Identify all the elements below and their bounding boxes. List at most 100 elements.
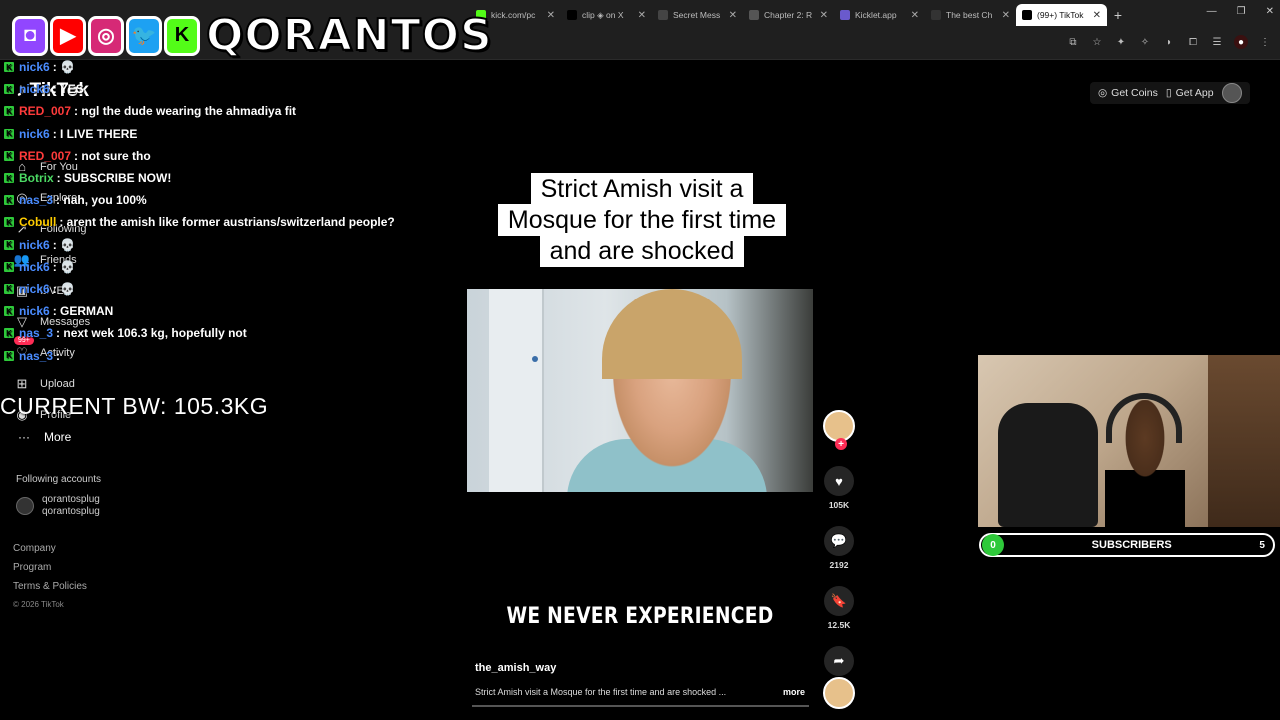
subscriber-label: SUBSCRIBERS [1091, 539, 1172, 551]
video-scene-door [489, 289, 544, 492]
browser-tab[interactable]: Kicklet.app ✕ [834, 4, 925, 26]
browser-menu-icon[interactable]: ⋮ [1258, 35, 1272, 49]
heart-icon[interactable]: ♥ [824, 466, 854, 496]
install-app-icon[interactable]: ⧉ [1066, 35, 1080, 49]
kick-badge-icon: K [4, 195, 14, 206]
youtube-icon: ▶ [50, 15, 86, 56]
footer-link-company[interactable]: Company [13, 543, 87, 562]
comment-icon[interactable]: 💬 [824, 526, 854, 556]
get-app-button[interactable]: ▯ Get App [1166, 87, 1214, 99]
caption-line: and are shocked [539, 235, 745, 267]
nav-icon: ⊞ [16, 375, 28, 391]
streamer-name: QORANTOS [205, 9, 493, 62]
extension-icon[interactable]: ✧ [1138, 35, 1152, 49]
description-text: Strict Amish visit a Mosque for the firs… [475, 687, 727, 697]
bookmark-star-icon[interactable]: ☆ [1090, 35, 1104, 49]
tab-close-icon[interactable]: ✕ [820, 10, 828, 21]
extension-icon[interactable]: ✦ [1114, 35, 1128, 49]
subscriber-count: 0 [982, 534, 1004, 556]
tab-close-icon[interactable]: ✕ [729, 10, 737, 21]
close-window-button[interactable]: ✕ [1266, 6, 1274, 17]
chat-text: : GERMAN [52, 304, 114, 319]
browser-tab[interactable]: Secret Mess ✕ [652, 4, 743, 26]
browser-tab[interactable]: clip ◈ on X ✕ [561, 4, 652, 26]
chat-message: Knick6: YES [4, 78, 454, 100]
sidebar-item-more[interactable]: ··· More [18, 430, 71, 444]
browser-tab[interactable]: Chapter 2: R ✕ [743, 4, 834, 26]
browser-tab[interactable]: The best Ch ✕ [925, 4, 1016, 26]
kick-badge-icon: K [4, 217, 14, 228]
like-action[interactable]: ♥ 105K [823, 466, 855, 510]
chat-text: : [56, 348, 61, 363]
coin-icon: ◎ [1098, 87, 1108, 99]
tab-close-icon[interactable]: ✕ [911, 10, 919, 21]
tab-close-icon[interactable]: ✕ [1093, 10, 1101, 21]
share-icon[interactable]: ➦ [824, 646, 854, 676]
chat-message: Knick6: 💀 [4, 56, 454, 78]
media-control-icon[interactable]: ☰ [1210, 35, 1224, 49]
minimize-button[interactable]: — [1207, 6, 1217, 17]
tab-favicon-icon [931, 10, 941, 20]
user-avatar[interactable] [1221, 83, 1242, 103]
footer-links: Company Program Terms & Policies © 2026 … [13, 543, 87, 619]
profile-avatar-icon[interactable]: ● [1234, 35, 1248, 49]
instagram-icon: ◎ [88, 15, 124, 56]
video-author[interactable]: the_amish_way [475, 662, 556, 674]
tab-close-icon[interactable]: ✕ [638, 10, 646, 21]
footer-link-terms[interactable]: Terms & Policies [13, 581, 87, 600]
kick-badge-icon: K [4, 173, 14, 184]
account-handle: qorantosplug [42, 494, 100, 505]
tab-close-icon[interactable]: ✕ [1002, 10, 1010, 21]
extensions-puzzle-icon[interactable]: ⧠ [1186, 35, 1200, 49]
video-description: Strict Amish visit a Mosque for the firs… [475, 687, 805, 697]
save-action[interactable]: 🔖 12.5K [823, 586, 855, 630]
browser-tab[interactable]: (99+) TikTok ✕ [1016, 4, 1107, 26]
tab-close-icon[interactable]: ✕ [547, 10, 555, 21]
chat-text: : ngl the dude wearing the ahmadiya fit [74, 104, 297, 119]
extension-icon[interactable]: ◗ [1162, 35, 1176, 49]
sound-disc-avatar[interactable] [823, 677, 855, 709]
chat-username: nas_3 [19, 348, 54, 363]
tab-title: The best Ch [946, 10, 993, 20]
maximize-button[interactable]: ❐ [1237, 6, 1246, 17]
get-coins-label: Get Coins [1111, 87, 1158, 99]
chat-username: nas_3 [19, 326, 54, 341]
chat-text: : 💀 [52, 259, 75, 274]
chat-message: Knick6: I LIVE THERE [4, 123, 454, 145]
video-progress-bar[interactable] [472, 705, 809, 707]
follow-plus-icon[interactable]: + [835, 438, 847, 450]
more-dots-icon: ··· [18, 430, 30, 444]
chat-message: Knick6: GERMAN [4, 300, 454, 322]
comment-action[interactable]: 💬 2192 [823, 526, 855, 570]
chat-message: Knas_3: next wek 106.3 kg, hopefully not [4, 322, 454, 344]
video-player[interactable] [467, 289, 813, 492]
chat-message: K RED_007: not sure tho [4, 145, 454, 167]
chat-username: nick6 [19, 126, 50, 141]
chat-username: Cobull [19, 215, 57, 230]
footer-link-program[interactable]: Program [13, 562, 87, 581]
chat-text: : nah, you 100% [56, 193, 147, 208]
creator-avatar[interactable]: + [823, 410, 855, 450]
get-coins-button[interactable]: ◎ Get Coins [1098, 87, 1158, 99]
tiktok-header-actions: ◎ Get Coins ▯ Get App [1090, 82, 1250, 104]
chat-message: Knick6: 💀 [4, 256, 454, 278]
chat-username: nick6 [19, 82, 50, 97]
streamer-webcam [978, 355, 1280, 527]
kick-badge-icon: K [4, 261, 14, 272]
bookmark-icon[interactable]: 🔖 [824, 586, 854, 616]
twitch-icon: ◘ [12, 15, 48, 56]
description-more-button[interactable]: more [783, 687, 805, 697]
caption-line: Mosque for the first time [497, 204, 787, 236]
kick-badge-icon: K [4, 328, 14, 339]
chat-message: Knas_3: [4, 344, 454, 366]
new-tab-button[interactable]: + [1107, 4, 1129, 26]
subscriber-goal: 5 [1259, 539, 1265, 551]
following-account-item[interactable]: qorantosplug qorantosplug [16, 494, 100, 518]
chat-username: RED_007 [19, 104, 72, 119]
tab-title: Kicklet.app [855, 10, 897, 20]
like-count: 105K [828, 500, 850, 510]
get-app-label: Get App [1175, 87, 1214, 99]
chat-text: : arent the amish like former austrians/… [59, 215, 395, 230]
subscriber-goal-bar: 0 SUBSCRIBERS 5 [979, 533, 1275, 557]
caption-line: Strict Amish visit a [530, 173, 754, 205]
